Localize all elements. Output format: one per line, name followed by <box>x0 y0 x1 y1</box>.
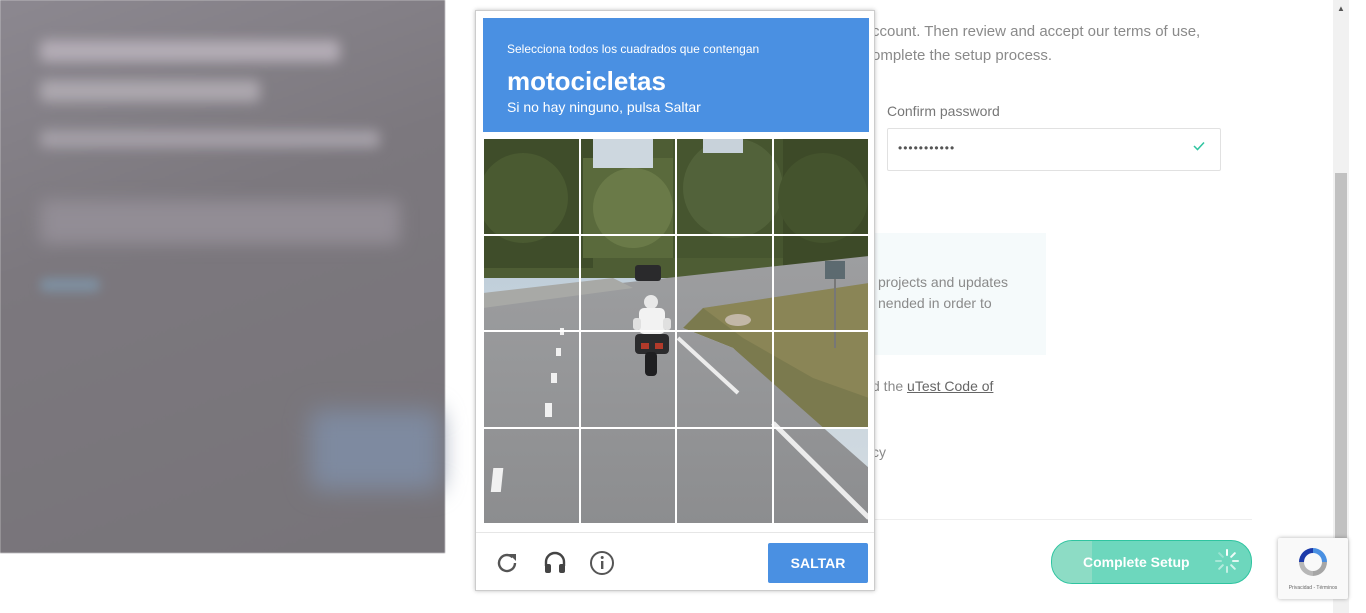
captcha-hint: Si no hay ninguno, pulsa Saltar <box>507 99 701 115</box>
loading-spinner-icon <box>1215 549 1239 573</box>
complete-setup-button[interactable]: Complete Setup <box>1051 540 1252 584</box>
captcha-tile-3[interactable] <box>676 138 773 235</box>
captcha-tile-11[interactable] <box>676 331 773 428</box>
captcha-tile-10[interactable] <box>579 331 676 428</box>
captcha-tile-12[interactable] <box>772 331 869 428</box>
intro-line-1: ccount. Then review and accept our terms… <box>872 23 1201 40</box>
captcha-tile-8[interactable] <box>772 234 869 331</box>
hero-image-blur <box>310 410 440 490</box>
intro-line-2: omplete the setup process. <box>872 47 1053 64</box>
captcha-image-grid <box>483 138 869 524</box>
captcha-header: Selecciona todos los cuadrados que conte… <box>483 18 869 132</box>
captcha-target-object: motocicletas <box>507 66 666 96</box>
complete-setup-label: Complete Setup <box>1083 554 1190 570</box>
newsletter-info-text: projects and updates nended in order to <box>878 272 1046 314</box>
page: ccount. Then review and accept our terms… <box>0 0 1366 613</box>
hero-heading-blur-2 <box>40 80 260 102</box>
audio-challenge-icon[interactable] <box>542 550 568 576</box>
form-intro-text: ccount. Then review and accept our terms… <box>872 20 1252 68</box>
captcha-tile-1[interactable] <box>483 138 580 235</box>
info-line-1: projects and updates <box>878 274 1008 290</box>
confirm-password-value: ••••••••••• <box>898 141 956 155</box>
hero-paragraph-blur <box>40 200 400 244</box>
hero-link-blur <box>40 278 100 292</box>
captcha-tile-6[interactable] <box>579 234 676 331</box>
hero-heading-blur <box>40 40 340 62</box>
captcha-tile-16[interactable] <box>772 427 869 524</box>
captcha-tile-13[interactable] <box>483 427 580 524</box>
code-of-conduct-link[interactable]: uTest Code of <box>907 378 993 394</box>
recaptcha-badge[interactable]: Privacidad - Términos <box>1278 538 1348 599</box>
scroll-up-arrow-icon[interactable]: ▲ <box>1334 4 1348 14</box>
recaptcha-logo-icon <box>1299 548 1327 576</box>
hero-subheading-blur <box>40 130 380 148</box>
captcha-tile-9[interactable] <box>483 331 580 428</box>
scrollbar-thumb[interactable] <box>1335 173 1347 538</box>
form-divider <box>872 519 1252 520</box>
terms-prefix: d the <box>872 378 908 394</box>
reload-icon[interactable] <box>494 550 520 576</box>
info-icon[interactable] <box>589 550 615 576</box>
captcha-instruction: Selecciona todos los cuadrados que conte… <box>507 42 760 56</box>
terms-text: d the uTest Code of <box>872 378 993 394</box>
captcha-tile-2[interactable] <box>579 138 676 235</box>
captcha-tile-14[interactable] <box>579 427 676 524</box>
skip-button[interactable]: SALTAR <box>768 543 868 583</box>
captcha-dialog: Selecciona todos los cuadrados que conte… <box>475 10 875 591</box>
captcha-tile-5[interactable] <box>483 234 580 331</box>
captcha-tile-4[interactable] <box>772 138 869 235</box>
hero-panel-blurred <box>0 0 445 553</box>
info-line-2: nended in order to <box>878 295 992 311</box>
recaptcha-badge-text[interactable]: Privacidad - Términos <box>1278 585 1348 591</box>
check-icon <box>1193 141 1205 151</box>
captcha-tile-7[interactable] <box>676 234 773 331</box>
captcha-footer: SALTAR <box>476 532 874 591</box>
captcha-tile-15[interactable] <box>676 427 773 524</box>
confirm-password-field[interactable]: ••••••••••• <box>887 128 1221 171</box>
confirm-password-label: Confirm password <box>887 103 1000 119</box>
